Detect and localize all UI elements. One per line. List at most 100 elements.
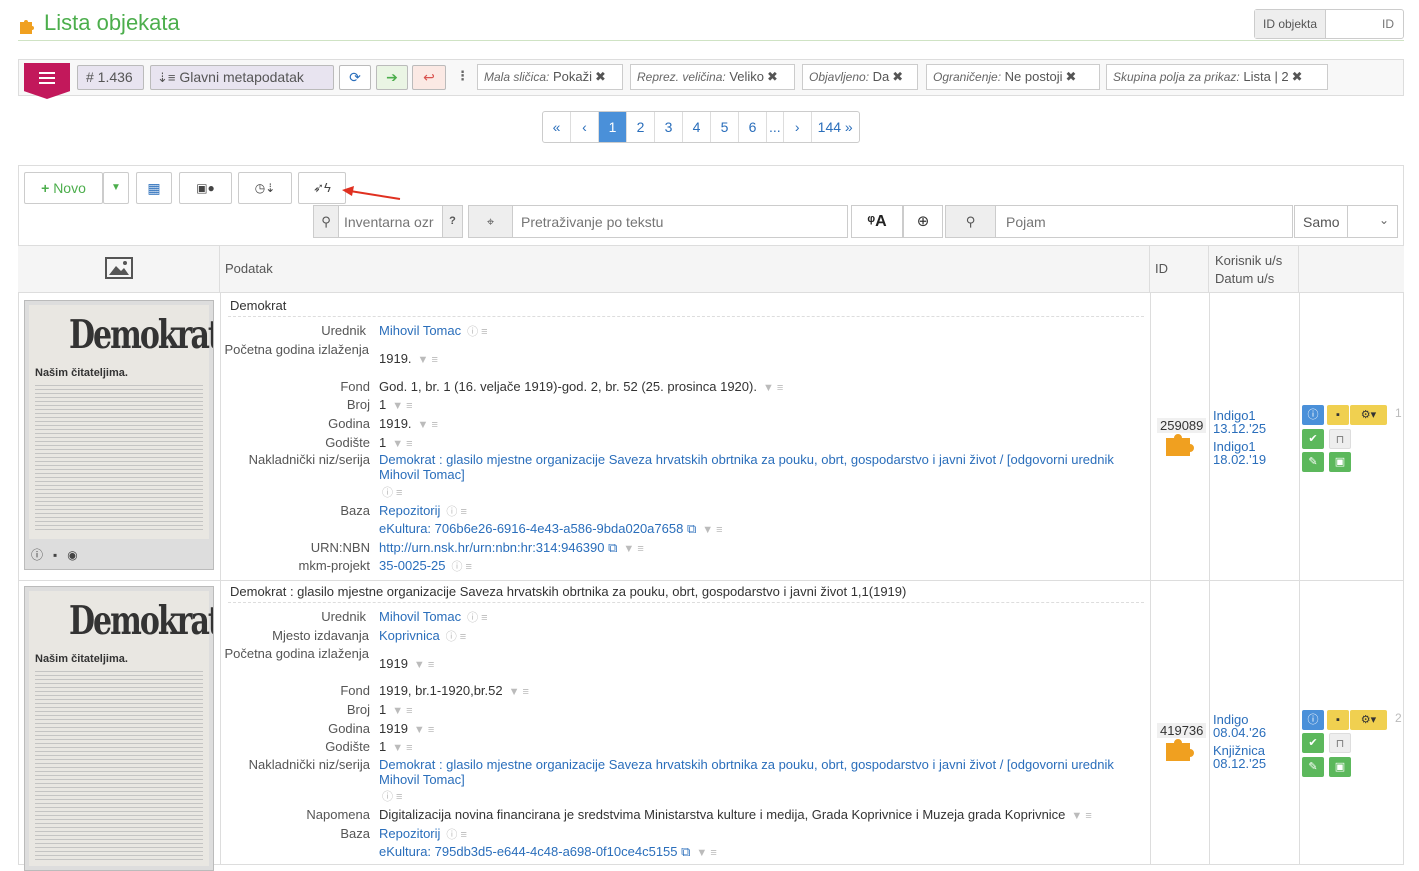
filter-icon: ▼ ≡ (1071, 810, 1092, 822)
approve-button[interactable]: ✔ (1302, 733, 1324, 753)
series-link[interactable]: Demokrat : glasilo mjestne organizacije … (379, 757, 1114, 787)
remove-icon[interactable]: ✖ (595, 69, 606, 84)
filter-chip-fieldgroup[interactable]: Skupina polja za prikaz: Lista | 2 ✖ (1106, 64, 1328, 90)
filter-icon: ▼ ≡ (413, 659, 435, 671)
field-value: 1919. ▼ ≡ (379, 416, 1139, 433)
thumbnail[interactable]: Demokrat Našim čitateljima. (24, 586, 214, 871)
remove-icon[interactable]: ✖ (892, 69, 903, 84)
field-value: Repozitorij ⓘ ≡ (379, 826, 1139, 843)
text-lines (35, 385, 203, 533)
fond-value: God. 1, br. 1 (16. veljače 1919)-god. 2,… (379, 379, 757, 394)
col-date-label: Datum u/s (1215, 271, 1275, 286)
page-3[interactable]: 3 (655, 112, 683, 142)
repository-link[interactable]: Repozitorij (379, 826, 440, 841)
globe-button[interactable]: ⊕ (903, 205, 943, 238)
last-page-button[interactable]: 144 » (812, 112, 859, 142)
page-6[interactable]: 6 (739, 112, 767, 142)
image-button[interactable]: ▣ (1329, 757, 1351, 777)
user-date: 18.02.'19 (1213, 452, 1267, 467)
editor-link[interactable]: Mihovil Tomac (379, 609, 461, 624)
remove-icon[interactable]: ✖ (767, 69, 778, 84)
unlock-button[interactable]: ⊓ (1329, 733, 1351, 753)
filter-key: Objavljeno: (809, 70, 870, 84)
info-button[interactable]: ⓘ (1302, 710, 1324, 730)
puzzle-icon (20, 20, 34, 34)
thumbnail[interactable]: Demokrat Našim čitateljima. ⓘ▪◉ (24, 300, 214, 570)
page-5[interactable]: 5 (711, 112, 739, 142)
repository-link[interactable]: Repozitorij (379, 503, 440, 518)
case-toggle-button[interactable]: ᵠA (851, 205, 903, 238)
attach-button[interactable]: ✎ (1302, 757, 1324, 777)
image-button[interactable]: ▣ (1329, 452, 1351, 472)
remove-icon[interactable]: ✖ (1292, 69, 1303, 84)
approve-button[interactable]: ✔ (1302, 429, 1324, 449)
undo-button[interactable]: ↩ (412, 65, 446, 90)
inventory-input[interactable] (342, 206, 440, 237)
settings-dropdown-button[interactable]: ⚙▾ (1350, 710, 1387, 730)
attach-button[interactable]: ✎ (1302, 452, 1324, 472)
text-search-input[interactable] (519, 206, 839, 237)
field-value: 1 ▼ ≡ (379, 397, 1139, 414)
clock-sort-button[interactable]: ◷⇣ (238, 172, 292, 204)
info-icon: ⓘ ≡ (446, 506, 467, 518)
field-label: URN:NBN (310, 540, 370, 555)
filter-chip-thumb[interactable]: Mala sličica: Pokaži ✖ (477, 64, 623, 90)
globe-icon: ⊕ (916, 213, 930, 230)
filter-chip-published[interactable]: Objavljeno: Da ✖ (802, 64, 918, 90)
table-view-button[interactable]: ▦ (136, 172, 172, 204)
col-divider (1150, 293, 1151, 865)
last-page-label: 144 (817, 119, 842, 135)
metadata-sort-button[interactable]: ⇣≡ Glavni metapodatak (150, 65, 334, 90)
first-page-button[interactable]: « (543, 112, 571, 142)
unlock-button[interactable]: ⊓ (1329, 429, 1351, 449)
place-link[interactable]: Koprivnica (379, 628, 440, 643)
filter-chip-size[interactable]: Reprez. veličina: Veliko ✖ (630, 64, 795, 90)
volume-value: 1 (379, 739, 387, 754)
settings-dropdown-button[interactable]: ⚙▾ (1350, 405, 1387, 425)
info-icon: ⓘ ≡ (467, 326, 488, 338)
page-2[interactable]: 2 (627, 112, 655, 142)
refresh-button[interactable]: ⟳ (339, 65, 371, 90)
ekultura-link[interactable]: eKultura: 795db3d5-e644-4c48-a698-0f10ce… (379, 844, 678, 859)
thumb-icons[interactable]: ⓘ▪◉ (31, 546, 88, 563)
image-check-button[interactable]: ▣● (179, 172, 232, 204)
forward-button[interactable]: ➔ (376, 65, 408, 90)
term-search: ⚲ (945, 205, 1293, 238)
info-button[interactable]: ⓘ (1302, 405, 1324, 425)
ekultura-link[interactable]: eKultura: 706b6e26-6916-4e43-a586-9bda02… (379, 521, 683, 536)
new-button[interactable]: + Novo (24, 172, 103, 204)
newspaper-page: Demokrat Našim čitateljima. (29, 591, 213, 866)
archive-button[interactable]: ▪ (1327, 710, 1349, 730)
page-1[interactable]: 1 (599, 112, 627, 142)
info-icon: ⓘ ≡ (451, 561, 472, 573)
puzzle-icon (1166, 739, 1194, 761)
field-label: mkm-projekt (298, 558, 370, 573)
filter-chip-restriction[interactable]: Ograničenje: Ne postoji ✖ (926, 64, 1100, 90)
user-entry: Indigo1 13.12.'25 (1213, 409, 1266, 435)
urn-link[interactable]: http://urn.nsk.hr/urn:nbn:hr:314:946390 (379, 540, 605, 555)
field-value: eKultura: 795db3d5-e644-4c48-a698-0f10ce… (379, 844, 1139, 861)
more-icon[interactable]: ⋮ (456, 68, 469, 84)
series-link[interactable]: Demokrat : glasilo mjestne organizacije … (379, 452, 1114, 482)
term-input[interactable] (1004, 206, 1284, 237)
prev-page-button[interactable]: ‹ (571, 112, 599, 142)
field-value: eKultura: 706b6e26-6916-4e43-a586-9bda02… (379, 521, 1139, 538)
remove-icon[interactable]: ✖ (1065, 69, 1076, 84)
archive-button[interactable]: ▪ (1327, 405, 1349, 425)
help-button[interactable]: ? (442, 206, 462, 237)
fond-value: 1919, br.1-1920,br.52 (379, 683, 503, 698)
mkm-link[interactable]: 35-0025-25 (379, 558, 446, 573)
filter-icon: ▼ ≡ (623, 543, 644, 555)
next-page-button[interactable]: › (784, 112, 812, 142)
field-label: Broj (346, 397, 370, 412)
page-4[interactable]: 4 (683, 112, 711, 142)
field-value: Mihovil Tomac ⓘ ≡ (379, 609, 1139, 626)
id-input[interactable] (1326, 10, 1401, 38)
row-divider (228, 602, 1144, 603)
new-dropdown-button[interactable]: ▼ (103, 172, 129, 204)
page-title: Lista objekata (44, 10, 180, 35)
scope-select[interactable]: Samo ⌄ (1294, 205, 1398, 238)
editor-link[interactable]: Mihovil Tomac (379, 323, 461, 338)
gears-icon: ⚙▾ (1360, 409, 1377, 421)
count-button[interactable]: # 1.436 (77, 65, 144, 90)
